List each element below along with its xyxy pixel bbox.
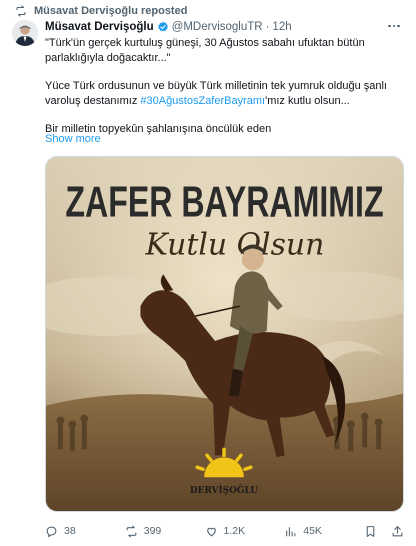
repost-button[interactable]: 399 xyxy=(125,525,205,538)
repost-indicator[interactable]: Müsavat Dervişoğlu reposted xyxy=(15,4,187,18)
hashtag-link[interactable]: #30AğustosZaferBayramı xyxy=(140,95,265,107)
views-button[interactable]: 45K xyxy=(284,525,364,538)
heart-icon xyxy=(206,527,216,536)
separator-dot: · xyxy=(265,20,270,33)
repost-count: 399 xyxy=(143,525,162,537)
share-icon[interactable] xyxy=(391,525,404,538)
tweet-image[interactable]: ZAFER BAYRAMIMIZ Kutlu Olsun DERVİŞOĞLU xyxy=(45,156,404,512)
timestamp[interactable]: 12h xyxy=(272,21,291,33)
tweet-paragraph-1: "Türk'ün gerçek kurtuluş güneşi, 30 Ağus… xyxy=(45,37,365,64)
reply-button[interactable]: 38 xyxy=(45,525,125,538)
action-bar: 38 399 1.2K 45K xyxy=(45,522,404,540)
more-options-button[interactable] xyxy=(386,19,402,33)
author-handle[interactable]: @MDervisogluTR xyxy=(172,21,263,33)
image-script-line: Kutlu Olsun xyxy=(145,227,325,262)
reply-count: 38 xyxy=(64,525,76,537)
repost-icon xyxy=(126,525,137,537)
bookmark-icon[interactable] xyxy=(364,525,377,538)
repost-label: Müsavat Dervişoğlu reposted xyxy=(34,5,188,17)
reply-icon xyxy=(46,526,57,537)
verified-badge-icon[interactable] xyxy=(157,21,169,33)
like-count: 1.2K xyxy=(223,525,246,537)
image-headline: ZAFER BAYRAMIMIZ xyxy=(65,178,383,227)
author-name[interactable]: Müsavat Dervişoğlu xyxy=(45,21,154,33)
tweet-paragraph-2: Yüce Türk ordusunun ve büyük Türk millet… xyxy=(45,80,387,107)
views-count: 45K xyxy=(303,525,322,537)
like-button[interactable]: 1.2K xyxy=(205,525,285,538)
avatar[interactable] xyxy=(12,20,38,46)
show-more-link[interactable]: Show more xyxy=(45,133,101,145)
action-bar-right xyxy=(364,525,404,538)
tweet-text: "Türk'ün gerçek kurtuluş güneşi, 30 Ağus… xyxy=(45,36,401,137)
more-dots-icon xyxy=(388,24,391,28)
repost-icon xyxy=(16,5,26,17)
views-chart-icon xyxy=(286,526,296,536)
tweet-header: Müsavat Dervişoğlu @MDervisogluTR · 12h xyxy=(45,19,292,34)
